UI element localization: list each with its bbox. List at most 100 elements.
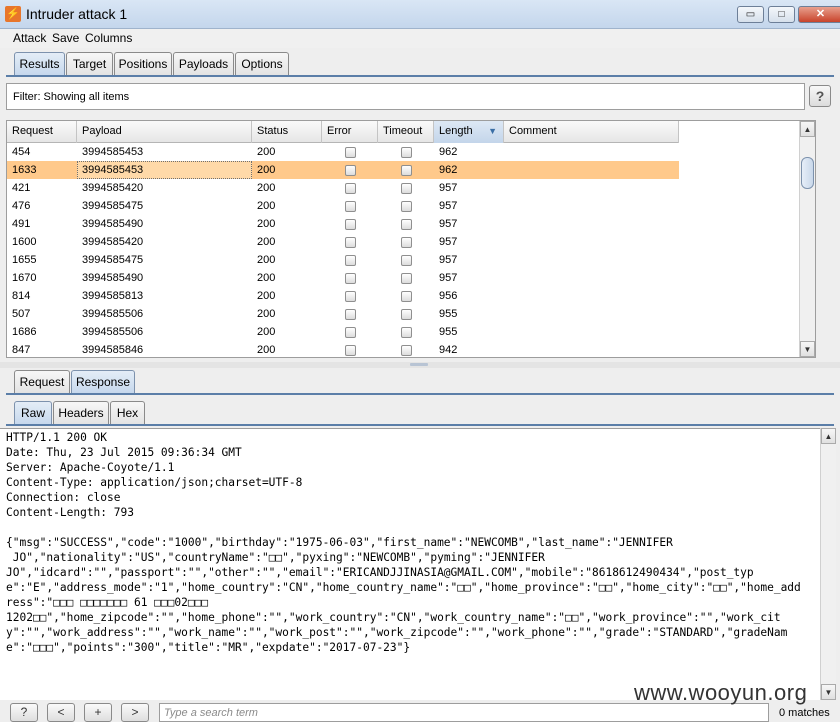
tab-headers[interactable]: Headers <box>53 401 109 425</box>
table-row[interactable]: 1670 3994585490 200 957 <box>7 269 679 287</box>
timeout-checkbox[interactable] <box>401 345 412 356</box>
table-row[interactable]: 421 3994585420 200 957 <box>7 179 679 197</box>
cell-length: 942 <box>439 344 458 356</box>
table-row[interactable]: 1686 3994585506 200 955 <box>7 323 679 341</box>
column-header-timeout[interactable]: Timeout <box>378 121 434 143</box>
error-checkbox[interactable] <box>345 309 356 320</box>
cell-length: 956 <box>439 290 458 302</box>
cell-length: 957 <box>439 254 458 266</box>
filter-bar[interactable]: Filter: Showing all items <box>6 83 805 110</box>
tab-raw[interactable]: Raw <box>14 401 52 425</box>
cell-status: 200 <box>257 236 276 248</box>
menu-columns[interactable]: Columns <box>85 31 132 45</box>
timeout-checkbox[interactable] <box>401 183 412 194</box>
cell-comment[interactable] <box>504 233 679 251</box>
cell-length: 962 <box>439 146 458 158</box>
table-row[interactable]: 476 3994585475 200 957 <box>7 197 679 215</box>
response-viewer[interactable]: HTTP/1.1 200 OK Date: Thu, 23 Jul 2015 0… <box>0 428 820 700</box>
error-checkbox[interactable] <box>345 183 356 194</box>
column-header-request[interactable]: Request <box>7 121 77 143</box>
column-header-error[interactable]: Error <box>322 121 378 143</box>
cell-comment[interactable] <box>504 143 679 161</box>
timeout-checkbox[interactable] <box>401 291 412 302</box>
cell-request: 847 <box>12 344 31 356</box>
cell-payload: 3994585420 <box>82 182 144 194</box>
help-button[interactable]: ? <box>809 85 831 107</box>
scroll-up-arrow-icon[interactable]: ▲ <box>800 121 815 137</box>
timeout-checkbox[interactable] <box>401 327 412 338</box>
timeout-checkbox[interactable] <box>401 219 412 230</box>
table-body: 454 3994585453 200 962 1633 3994585453 200 962 4… <box>7 143 679 357</box>
menu-attack[interactable]: Attack <box>13 31 46 45</box>
search-next-button[interactable]: > <box>121 703 149 722</box>
tab-hex[interactable]: Hex <box>110 401 145 425</box>
response-raw-text: HTTP/1.1 200 OK Date: Thu, 23 Jul 2015 0… <box>6 431 801 654</box>
response-scroll-up-arrow-icon[interactable]: ▲ <box>821 428 836 444</box>
table-row[interactable]: 1600 3994585420 200 957 <box>7 233 679 251</box>
table-row[interactable]: 1633 3994585453 200 962 <box>7 161 679 179</box>
tab-request[interactable]: Request <box>14 370 70 394</box>
timeout-checkbox[interactable] <box>401 273 412 284</box>
response-scrollbar[interactable]: ▲ ▼ <box>820 428 836 700</box>
error-checkbox[interactable] <box>345 201 356 212</box>
search-input[interactable] <box>160 704 768 721</box>
timeout-checkbox[interactable] <box>401 255 412 266</box>
tab-positions[interactable]: Positions <box>114 52 172 76</box>
error-checkbox[interactable] <box>345 237 356 248</box>
search-add-button[interactable]: + <box>84 703 112 722</box>
splitter-grip-icon[interactable] <box>410 363 428 366</box>
table-row[interactable]: 454 3994585453 200 962 <box>7 143 679 161</box>
cell-comment[interactable] <box>504 197 679 215</box>
timeout-checkbox[interactable] <box>401 309 412 320</box>
scrollbar-thumb[interactable] <box>801 157 814 189</box>
cell-comment[interactable] <box>504 161 679 179</box>
cell-comment[interactable] <box>504 269 679 287</box>
tab-options[interactable]: Options <box>235 52 289 76</box>
error-checkbox[interactable] <box>345 255 356 266</box>
table-row[interactable]: 814 3994585813 200 956 <box>7 287 679 305</box>
cell-comment[interactable] <box>504 251 679 269</box>
column-header-payload[interactable]: Payload <box>77 121 252 143</box>
error-checkbox[interactable] <box>345 219 356 230</box>
tab-target[interactable]: Target <box>66 52 113 76</box>
cell-length: 957 <box>439 236 458 248</box>
minimize-button[interactable]: ▭ <box>737 6 764 23</box>
error-checkbox[interactable] <box>345 165 356 176</box>
table-scrollbar[interactable]: ▲ ▼ <box>799 121 815 357</box>
cell-comment[interactable] <box>504 287 679 305</box>
error-checkbox[interactable] <box>345 345 356 356</box>
column-header-status[interactable]: Status <box>252 121 322 143</box>
table-row[interactable]: 847 3994585846 200 942 <box>7 341 679 357</box>
timeout-checkbox[interactable] <box>401 147 412 158</box>
error-checkbox[interactable] <box>345 291 356 302</box>
column-header-comment[interactable]: Comment <box>504 121 679 143</box>
tab-payloads[interactable]: Payloads <box>173 52 234 76</box>
table-row[interactable]: 1655 3994585475 200 957 <box>7 251 679 269</box>
cell-comment[interactable] <box>504 215 679 233</box>
error-checkbox[interactable] <box>345 147 356 158</box>
search-prev-button[interactable]: < <box>47 703 75 722</box>
table-row[interactable]: 491 3994585490 200 957 <box>7 215 679 233</box>
timeout-checkbox[interactable] <box>401 237 412 248</box>
error-checkbox[interactable] <box>345 327 356 338</box>
cell-comment[interactable] <box>504 179 679 197</box>
cell-comment[interactable] <box>504 305 679 323</box>
scroll-down-arrow-icon[interactable]: ▼ <box>800 341 815 357</box>
menu-save[interactable]: Save <box>52 31 79 45</box>
column-header-length[interactable]: Length ▼ <box>434 121 504 143</box>
search-help-button[interactable]: ? <box>10 703 38 722</box>
response-scroll-down-arrow-icon[interactable]: ▼ <box>821 684 836 700</box>
timeout-checkbox[interactable] <box>401 201 412 212</box>
maximize-button[interactable]: □ <box>768 6 795 23</box>
cell-comment[interactable] <box>504 341 679 357</box>
cell-comment[interactable] <box>504 323 679 341</box>
close-button[interactable]: ✕ <box>798 6 840 23</box>
timeout-checkbox[interactable] <box>401 165 412 176</box>
tab-response[interactable]: Response <box>71 370 135 394</box>
table-row[interactable]: 507 3994585506 200 955 <box>7 305 679 323</box>
cell-status: 200 <box>257 182 276 194</box>
tab-results[interactable]: Results <box>14 52 65 76</box>
error-checkbox[interactable] <box>345 273 356 284</box>
pane-splitter[interactable] <box>0 362 840 368</box>
cell-length: 957 <box>439 200 458 212</box>
